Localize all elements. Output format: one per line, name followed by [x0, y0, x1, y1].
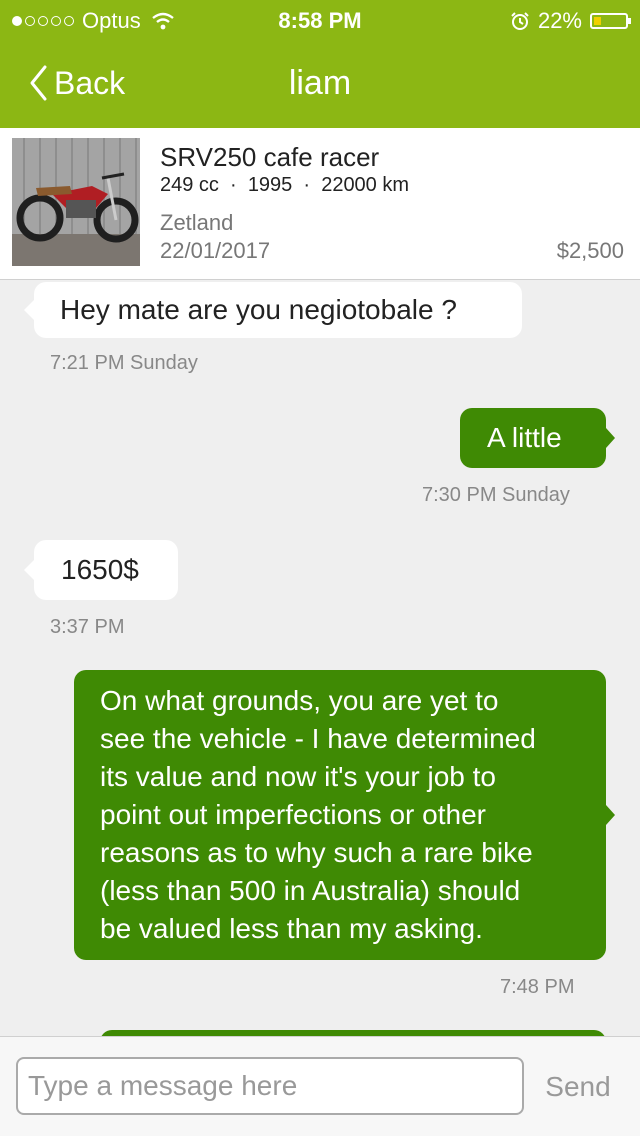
message-timestamp: 7:21 PM Sunday: [50, 352, 198, 374]
message-line: On what grounds, you are yet to: [100, 685, 499, 716]
listing-card[interactable]: SRV250 cafe racer 249 cc · 1995 · 22000 …: [0, 128, 640, 280]
message-timestamp: 7:48 PM: [500, 976, 575, 998]
send-button[interactable]: Send: [532, 1065, 624, 1109]
top-bar: Optus 8:58 PM 22% Back liam: [0, 0, 640, 128]
listing-location: Zetland: [160, 210, 234, 235]
message-bubble-incoming: Hey mate are you negiotobale ?: [24, 282, 522, 338]
status-right: 22%: [510, 8, 631, 34]
message-composer: Send: [0, 1036, 640, 1136]
listing-date: 22/01/2017: [160, 238, 271, 263]
message-text: A little: [487, 422, 562, 453]
message-line: (less than 500 in Australia) should: [100, 875, 521, 906]
message-timestamp: 7:30 PM Sunday: [422, 484, 570, 506]
message-line: reasons as to why such a rare bike: [100, 837, 533, 868]
battery-percent: 22%: [537, 8, 582, 33]
listing-price: $2,500: [556, 238, 624, 263]
message-line: see the vehicle - I have determined: [100, 723, 536, 754]
message-input[interactable]: [16, 1057, 524, 1115]
status-bar: Optus 8:58 PM 22%: [0, 0, 640, 40]
message-line: be valued less than my asking.: [100, 913, 483, 944]
message-timestamp: 3:37 PM: [50, 616, 125, 638]
alarm-icon: [511, 12, 529, 30]
message-bubble-incoming: 1650$: [24, 540, 178, 600]
nav-bar: Back liam: [0, 40, 640, 128]
message-text: 1650$: [61, 554, 139, 585]
listing-title: SRV250 cafe racer: [160, 142, 380, 172]
listing-thumbnail: [12, 138, 140, 266]
listing-specs: 249 cc · 1995 · 22000 km: [160, 174, 410, 196]
message-line: point out imperfections or other: [100, 799, 486, 830]
message-text: Hey mate are you negiotobale ?: [60, 294, 457, 325]
page-title: liam: [288, 64, 352, 102]
message-line: its value and now it's your job to: [100, 761, 497, 792]
message-bubble-outgoing: A little: [460, 408, 615, 468]
battery-icon: [590, 13, 631, 29]
message-bubble-outgoing: On what grounds, you are yet to see the …: [74, 670, 615, 960]
